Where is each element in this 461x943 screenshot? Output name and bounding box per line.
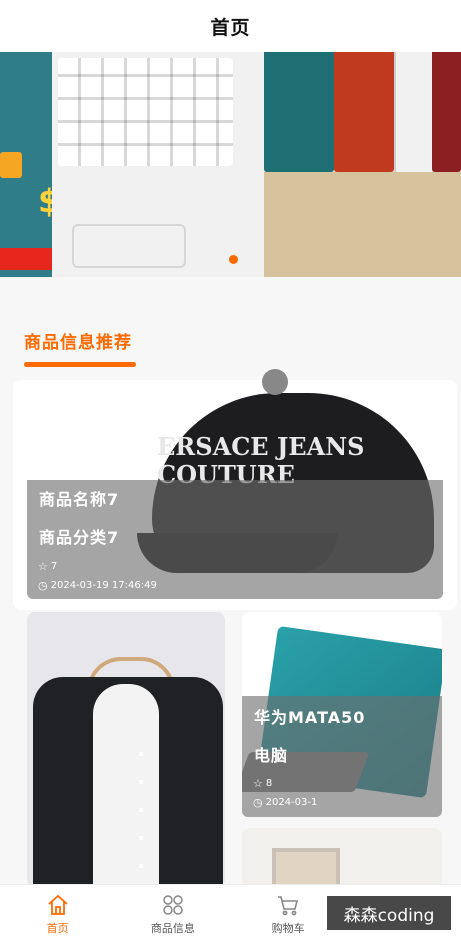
product-likes: ☆ 8: [253, 777, 272, 790]
tab-home[interactable]: 首页: [0, 885, 115, 943]
banner-promo-image: $: [0, 52, 60, 277]
product-likes-count: 7: [50, 561, 58, 572]
product-card-frame[interactable]: [242, 828, 442, 888]
top-header: 首页: [0, 0, 461, 52]
banner-books-image: [264, 52, 461, 277]
keyboard-graphic: [58, 58, 233, 166]
grid-icon: [160, 892, 186, 918]
product-likes-count: 8: [265, 778, 273, 789]
tab-products[interactable]: 商品信息: [115, 885, 230, 943]
banner-carousel[interactable]: $: [0, 52, 461, 277]
tab-home-label: 首页: [46, 922, 69, 935]
product-category: 电脑: [254, 746, 289, 765]
frame-graphic: [272, 848, 340, 888]
cart-icon: [275, 892, 301, 918]
book-graphic: [264, 52, 334, 172]
book-graphic: [432, 52, 461, 172]
product-time-value: 2024-03-1: [265, 797, 318, 808]
clock-icon: ◷: [38, 579, 48, 592]
product-card-2[interactable]: 华为MATA50 电脑 ☆ 8 ◷ 2024-03-1: [242, 696, 442, 817]
product-name: 商品名称7: [39, 490, 120, 509]
banner-laptop-image: [52, 52, 264, 277]
star-icon: ☆: [253, 777, 263, 790]
product-time-value: 2024-03-19 17:46:49: [50, 580, 157, 591]
product-time: ◷ 2024-03-1: [253, 796, 317, 809]
banner-red-strip: [0, 248, 52, 270]
book-graphic: [334, 52, 394, 172]
book-graphic: [394, 52, 434, 172]
scroll-indicator: [262, 369, 288, 395]
product-card-1[interactable]: 商品名称7 商品分类7 ☆ 7 ◷ 2024-03-19 17:46:49: [27, 480, 443, 599]
page-title: 首页: [210, 16, 251, 39]
watermark: 森森coding: [327, 896, 451, 930]
product-name: 华为MATA50: [254, 708, 366, 727]
clock-icon: ◷: [253, 796, 263, 809]
product-time: ◷ 2024-03-19 17:46:49: [38, 579, 157, 592]
section-title: 商品信息推荐: [24, 333, 132, 353]
carousel-indicator-dot[interactable]: [229, 255, 238, 264]
star-icon: ☆: [38, 560, 48, 573]
shirt-buttons-graphic: [139, 752, 143, 872]
section-title-underline: [24, 362, 136, 367]
gift-icon: [0, 152, 22, 178]
tee-graphic: [93, 684, 159, 884]
home-icon: [45, 892, 71, 918]
tab-cart-label: 购物车: [271, 922, 305, 935]
product-category: 商品分类7: [39, 528, 120, 547]
tab-products-label: 商品信息: [150, 922, 195, 935]
product-card-shirt[interactable]: [27, 612, 225, 887]
product-likes: ☆ 7: [38, 560, 57, 573]
trackpad-graphic: [72, 224, 186, 268]
desk-graphic: [264, 172, 461, 277]
